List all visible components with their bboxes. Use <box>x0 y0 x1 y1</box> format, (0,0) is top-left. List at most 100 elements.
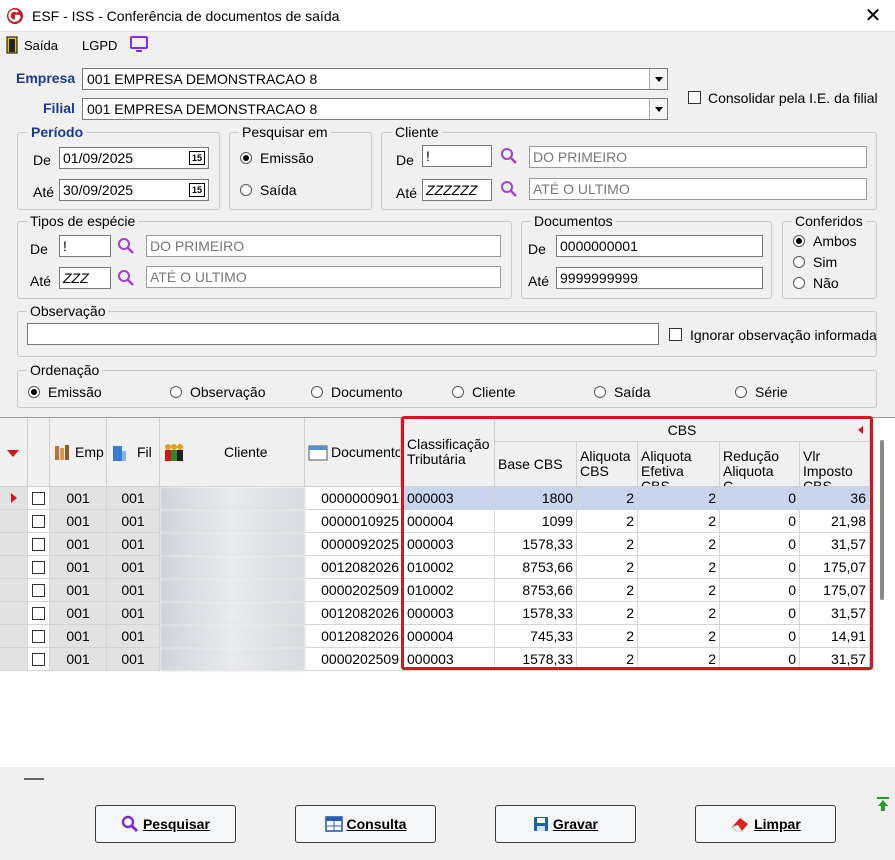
base-cell[interactable]: 1578,33 <box>495 648 577 671</box>
close-button[interactable]: ✕ <box>858 2 888 30</box>
ordenacao-emissao-radio[interactable] <box>28 386 40 398</box>
emp-cell[interactable]: 001 <box>50 533 107 556</box>
tipos-de-input[interactable]: ! <box>59 235 111 257</box>
cliente-ate-input[interactable]: ZZZZZZ <box>422 179 492 201</box>
row-checkbox[interactable] <box>32 653 45 666</box>
nao-radio[interactable] <box>793 277 805 289</box>
cliente-cell-redacted[interactable] <box>160 556 305 579</box>
emp-cell[interactable]: 001 <box>50 648 107 671</box>
aliq_ef-cell[interactable]: 2 <box>638 602 720 625</box>
row-checkbox-cell[interactable] <box>28 556 50 579</box>
aliquota-efetiva-column-header[interactable]: Aliquota Efetiva CBS <box>638 442 720 487</box>
table-row[interactable]: 001 001 0000202509 000003 1578,33 2 2 0 31,57 <box>0 648 870 671</box>
documento-cell[interactable]: 0012082026 <box>305 556 403 579</box>
fil-column-header[interactable]: Fil <box>107 418 160 487</box>
documento-cell[interactable]: 0000010925 <box>305 510 403 533</box>
calendar-icon[interactable]: 15 <box>189 183 205 197</box>
aliq_ef-cell[interactable]: 2 <box>638 533 720 556</box>
documento-cell[interactable]: 0000092025 <box>305 533 403 556</box>
base-cell[interactable]: 1578,33 <box>495 533 577 556</box>
row-indicator[interactable] <box>0 648 28 671</box>
table-row[interactable]: 001 001 0000092025 000003 1578,33 2 2 0 31,57 <box>0 533 870 556</box>
fil-cell[interactable]: 001 <box>107 556 160 579</box>
observacao-input[interactable] <box>27 323 659 345</box>
row-checkbox-cell[interactable] <box>28 510 50 533</box>
cliente-cell-redacted[interactable] <box>160 579 305 602</box>
table-row[interactable]: 001 001 0012082026 000003 1578,33 2 2 0 31,57 <box>0 602 870 625</box>
splitter-handle[interactable] <box>24 778 44 780</box>
row-checkbox[interactable] <box>32 515 45 528</box>
aliq-cell[interactable]: 2 <box>577 625 638 648</box>
aliq_ef-cell[interactable]: 2 <box>638 487 720 510</box>
sort-arrow-icon[interactable] <box>7 450 19 457</box>
red-cell[interactable]: 0 <box>720 625 800 648</box>
emp-cell[interactable]: 001 <box>50 510 107 533</box>
aliq-cell[interactable]: 2 <box>577 648 638 671</box>
red-cell[interactable]: 0 <box>720 648 800 671</box>
fil-cell[interactable]: 001 <box>107 487 160 510</box>
aliq_ef-cell[interactable]: 2 <box>638 625 720 648</box>
saida-radio[interactable] <box>240 184 252 196</box>
documentos-ate-input[interactable]: 9999999999 <box>556 267 763 289</box>
ordenacao-saida-radio[interactable] <box>594 386 606 398</box>
fil-cell[interactable]: 001 <box>107 602 160 625</box>
arrow-up-icon[interactable] <box>876 796 890 812</box>
documents-grid[interactable]: Emp Fil Cliente Documento Classificação … <box>0 417 895 767</box>
search-icon[interactable] <box>117 237 135 255</box>
vlr-cell[interactable]: 31,57 <box>800 533 870 556</box>
row-checkbox[interactable] <box>32 492 45 505</box>
class_trib-cell[interactable]: 000004 <box>403 510 495 533</box>
class_trib-cell[interactable]: 000003 <box>403 648 495 671</box>
emp-cell[interactable]: 001 <box>50 556 107 579</box>
aliq_ef-cell[interactable]: 2 <box>638 579 720 602</box>
ambos-radio[interactable] <box>793 235 805 247</box>
emp-cell[interactable]: 001 <box>50 602 107 625</box>
vlr-imposto-column-header[interactable]: Vlr Imposto CBS <box>800 442 870 487</box>
search-icon[interactable] <box>117 269 135 287</box>
periodo-de-input[interactable]: 01/09/2025 <box>59 147 209 169</box>
reducao-column-header[interactable]: Redução Aliquota C... <box>720 442 800 487</box>
documento-cell[interactable]: 0000202509 <box>305 579 403 602</box>
documento-cell[interactable]: 0012082026 <box>305 602 403 625</box>
row-checkbox[interactable] <box>32 630 45 643</box>
row-indicator[interactable] <box>0 579 28 602</box>
vlr-cell[interactable]: 36 <box>800 487 870 510</box>
table-row[interactable]: 001 001 0012082026 000004 745,33 2 2 0 14,91 <box>0 625 870 648</box>
row-indicator[interactable] <box>0 625 28 648</box>
aliq-cell[interactable]: 2 <box>577 533 638 556</box>
row-checkbox[interactable] <box>32 538 45 551</box>
emp-cell[interactable]: 001 <box>50 625 107 648</box>
consulta-button[interactable]: Consulta <box>295 805 436 843</box>
red-cell[interactable]: 0 <box>720 487 800 510</box>
base-cell[interactable]: 1578,33 <box>495 602 577 625</box>
row-indicator[interactable] <box>0 556 28 579</box>
sim-radio[interactable] <box>793 256 805 268</box>
row-checkbox-cell[interactable] <box>28 625 50 648</box>
base-cbs-column-header[interactable]: Base CBS <box>495 442 577 487</box>
aliq_ef-cell[interactable]: 2 <box>638 556 720 579</box>
base-cell[interactable]: 1800 <box>495 487 577 510</box>
vlr-cell[interactable]: 31,57 <box>800 602 870 625</box>
cliente-cell-redacted[interactable] <box>160 510 305 533</box>
row-checkbox-cell[interactable] <box>28 648 50 671</box>
vlr-cell[interactable]: 14,91 <box>800 625 870 648</box>
documento-cell[interactable]: 0000000901 <box>305 487 403 510</box>
collapse-arrow-icon[interactable] <box>858 426 863 434</box>
filial-select[interactable]: 001 EMPRESA DEMONSTRACAO 8 <box>82 98 668 120</box>
aliq_ef-cell[interactable]: 2 <box>638 648 720 671</box>
class_trib-cell[interactable]: 010002 <box>403 579 495 602</box>
cliente-cell-redacted[interactable] <box>160 533 305 556</box>
table-row[interactable]: 001 001 0000202509 010002 8753,66 2 2 0 175,07 <box>0 579 870 602</box>
aliq_ef-cell[interactable]: 2 <box>638 510 720 533</box>
aliq-cell[interactable]: 2 <box>577 579 638 602</box>
cliente-cell-redacted[interactable] <box>160 625 305 648</box>
table-row[interactable]: 001 001 0000000901 000003 1800 2 2 0 36 <box>0 487 870 510</box>
cliente-cell-redacted[interactable] <box>160 648 305 671</box>
cliente-cell-redacted[interactable] <box>160 487 305 510</box>
pesquisar-button[interactable]: Pesquisar <box>95 805 236 843</box>
fil-cell[interactable]: 001 <box>107 533 160 556</box>
fil-cell[interactable]: 001 <box>107 648 160 671</box>
vlr-cell[interactable]: 31,57 <box>800 648 870 671</box>
emp-column-header[interactable]: Emp <box>50 418 107 487</box>
table-row[interactable]: 001 001 0012082026 010002 8753,66 2 2 0 175,07 <box>0 556 870 579</box>
